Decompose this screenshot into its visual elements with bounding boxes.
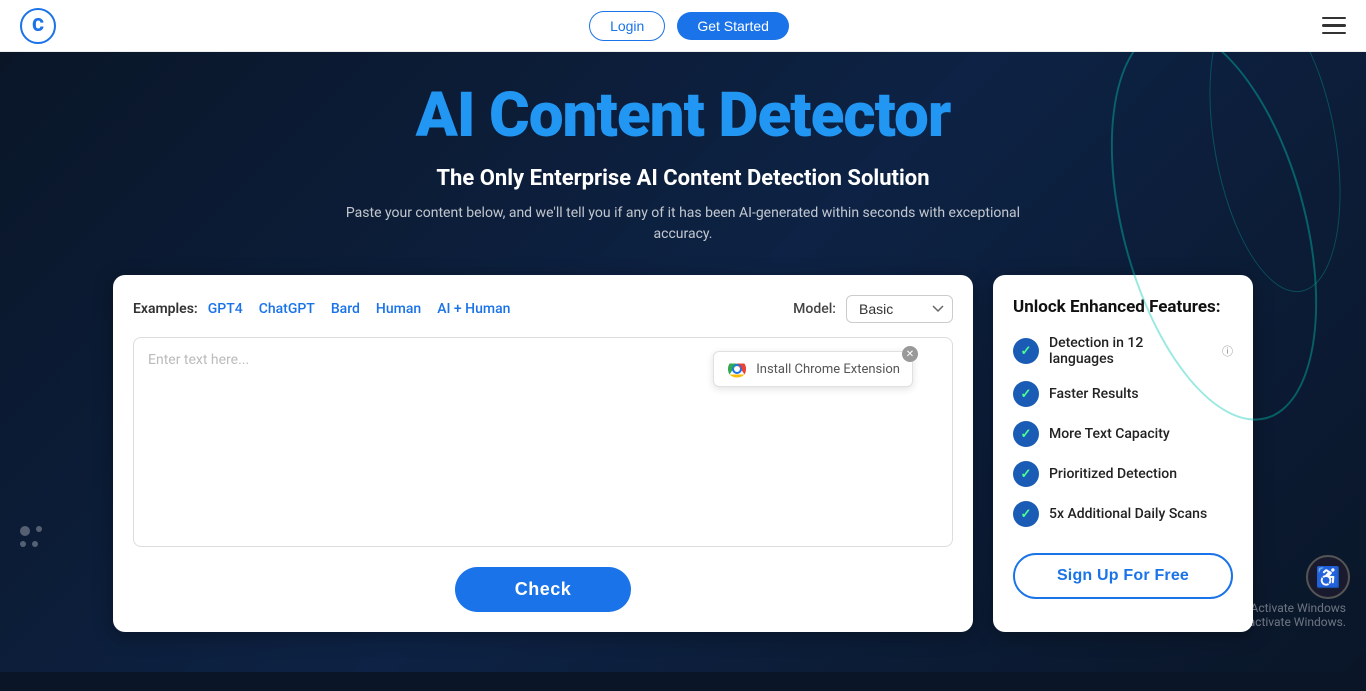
feature-label-1: Detection in 12 languages: [1049, 335, 1210, 367]
hero-title: AI Content Detector: [20, 82, 1346, 150]
example-human[interactable]: Human: [376, 301, 421, 317]
examples-label: Examples:: [133, 301, 198, 317]
hero-description: Paste your content below, and we'll tell…: [343, 203, 1023, 245]
chrome-extension-badge[interactable]: ✕ Install Chrome Extension: [713, 351, 913, 387]
feature-item-2: Faster Results: [1013, 381, 1233, 407]
example-chatgpt[interactable]: ChatGPT: [259, 301, 315, 317]
feature-item-4: Prioritized Detection: [1013, 461, 1233, 487]
feature-label-3: More Text Capacity: [1049, 426, 1170, 442]
model-select[interactable]: Basic Advanced: [846, 295, 953, 323]
examples-row: Examples: GPT4 ChatGPT Bard Human AI + H…: [133, 295, 953, 323]
feature-item-3: More Text Capacity: [1013, 421, 1233, 447]
logo-text: C: [32, 15, 44, 36]
decorative-left-dots: [20, 526, 42, 552]
feature-info-icon-1[interactable]: ⓘ: [1222, 343, 1233, 359]
feature-label-2: Faster Results: [1049, 386, 1139, 402]
dot: [20, 541, 26, 547]
features-card: Unlock Enhanced Features: Detection in 1…: [993, 275, 1253, 632]
example-ai-human[interactable]: AI + Human: [437, 301, 510, 317]
accessibility-icon: ♿: [1316, 565, 1341, 589]
menu-bar-2: [1322, 24, 1346, 27]
navbar-actions: Login Get Started: [589, 11, 789, 41]
examples-links: GPT4 ChatGPT Bard Human AI + Human: [208, 301, 511, 317]
model-label: Model:: [793, 301, 836, 317]
detector-card: Examples: GPT4 ChatGPT Bard Human AI + H…: [113, 275, 973, 632]
feature-check-icon-1: [1013, 338, 1039, 364]
login-button[interactable]: Login: [589, 11, 665, 41]
get-started-button[interactable]: Get Started: [677, 12, 789, 40]
examples-left: Examples: GPT4 ChatGPT Bard Human AI + H…: [133, 301, 510, 317]
features-title: Unlock Enhanced Features:: [1013, 297, 1233, 317]
feature-item-1: Detection in 12 languages ⓘ: [1013, 335, 1233, 367]
signup-button[interactable]: Sign Up For Free: [1013, 553, 1233, 599]
dot: [32, 541, 38, 547]
navbar: C Login Get Started: [0, 0, 1366, 52]
feature-item-5: 5x Additional Daily Scans: [1013, 501, 1233, 527]
text-area-wrapper: ✕ Install Chrome Extension: [133, 337, 953, 551]
hero-section: AI Content Detector The Only Enterprise …: [0, 52, 1366, 672]
hero-subtitle: The Only Enterprise AI Content Detection…: [20, 166, 1346, 191]
main-content-area: Examples: GPT4 ChatGPT Bard Human AI + H…: [113, 275, 1253, 632]
feature-check-icon-5: [1013, 501, 1039, 527]
example-gpt4[interactable]: GPT4: [208, 301, 243, 317]
feature-label-5: 5x Additional Daily Scans: [1049, 506, 1207, 522]
feature-check-icon-4: [1013, 461, 1039, 487]
example-bard[interactable]: Bard: [331, 301, 360, 317]
menu-bar-3: [1322, 32, 1346, 35]
model-selector-row: Model: Basic Advanced: [793, 295, 953, 323]
dot: [36, 526, 42, 532]
accessibility-button[interactable]: ♿: [1306, 555, 1350, 599]
feature-check-icon-2: [1013, 381, 1039, 407]
feature-check-icon-3: [1013, 421, 1039, 447]
hamburger-menu[interactable]: [1322, 17, 1346, 35]
feature-label-4: Prioritized Detection: [1049, 466, 1177, 482]
logo[interactable]: C: [20, 8, 56, 44]
check-button-row: Check: [133, 567, 953, 612]
menu-bar-1: [1322, 17, 1346, 20]
chrome-icon: [726, 358, 748, 380]
dot: [20, 526, 30, 536]
chrome-extension-label: Install Chrome Extension: [756, 362, 900, 377]
check-button[interactable]: Check: [455, 567, 632, 612]
